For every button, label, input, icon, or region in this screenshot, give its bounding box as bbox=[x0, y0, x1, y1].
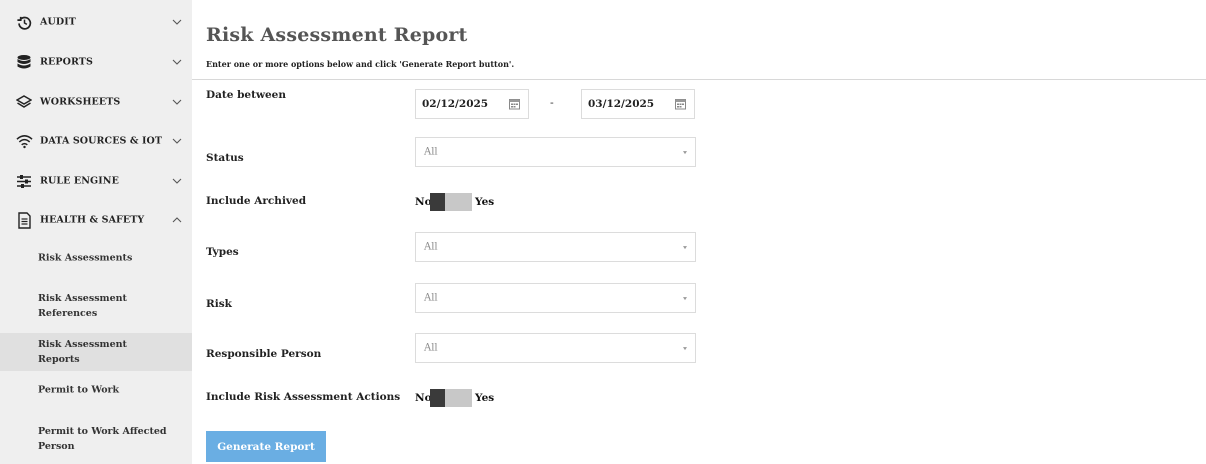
header-divider bbox=[192, 79, 1206, 80]
sidebar-item-label: RULE ENGINE bbox=[40, 175, 119, 187]
date-to-value: 03/12/2025 bbox=[588, 98, 655, 110]
calendar-icon[interactable] bbox=[509, 99, 520, 110]
page-title: Risk Assessment Report bbox=[206, 24, 468, 46]
sidebar-item-health-safety[interactable]: HEALTH & SAFETY bbox=[0, 200, 192, 240]
sidebar-item-label: REPORTS bbox=[40, 56, 93, 68]
date-from-value: 02/12/2025 bbox=[422, 98, 489, 110]
toggle-switch[interactable] bbox=[430, 193, 472, 211]
sidebar-item-worksheets[interactable]: WORKSHEETS bbox=[0, 82, 192, 122]
toggle-switch[interactable] bbox=[430, 389, 472, 407]
sidebar-subitem-label: Risk Assessment References bbox=[38, 293, 127, 319]
sidebar-subitem-risk-assessment-reports[interactable]: Risk Assessment Reports bbox=[0, 333, 192, 371]
toggle-yes-label: Yes bbox=[475, 196, 495, 208]
page-instructions: Enter one or more options below and clic… bbox=[206, 59, 515, 69]
chevron-down-icon bbox=[172, 59, 182, 65]
sidebar-item-data-sources[interactable]: DATA SOURCES & IOT bbox=[0, 121, 192, 161]
date-between-label: Date between bbox=[206, 89, 287, 101]
sidebar-subitem-risk-assessment-references[interactable]: Risk Assessment References bbox=[0, 283, 192, 329]
sidebar-item-rule-engine[interactable]: RULE ENGINE bbox=[0, 161, 192, 201]
sidebar-item-reports[interactable]: REPORTS bbox=[0, 42, 192, 82]
sidebar-item-label: AUDIT bbox=[40, 16, 76, 28]
date-to-input[interactable]: 03/12/2025 bbox=[581, 89, 695, 119]
date-separator: - bbox=[550, 96, 554, 109]
sidebar-subitem-label: Permit to Work Affected Person bbox=[38, 426, 167, 452]
include-actions-label: Include Risk Assessment Actions bbox=[206, 391, 401, 403]
caret-down-icon bbox=[683, 246, 687, 250]
risk-select[interactable]: All bbox=[415, 283, 696, 313]
sidebar-subitem-label: Permit to Work bbox=[38, 384, 120, 396]
risk-label: Risk bbox=[206, 298, 232, 310]
toggle-yes-label: Yes bbox=[475, 392, 495, 404]
types-value: All bbox=[424, 241, 438, 253]
calendar-icon[interactable] bbox=[675, 99, 686, 110]
sidebar-subitem-permit-to-work[interactable]: Permit to Work bbox=[0, 371, 192, 409]
include-actions-toggle[interactable]: No Yes bbox=[415, 389, 525, 407]
sidebar-subitem-permit-affected-person[interactable]: Permit to Work Affected Person bbox=[0, 416, 192, 462]
sidebar-subitem-label: Risk Assessment Reports bbox=[38, 339, 127, 365]
sidebar-item-audit[interactable]: AUDIT bbox=[0, 2, 192, 42]
document-icon bbox=[15, 211, 33, 229]
chevron-down-icon bbox=[172, 138, 182, 144]
sidebar-item-label: DATA SOURCES & IOT bbox=[40, 135, 163, 147]
types-label: Types bbox=[206, 246, 239, 258]
sliders-icon bbox=[15, 172, 33, 190]
chevron-down-icon bbox=[172, 99, 182, 105]
status-value: All bbox=[424, 146, 438, 158]
caret-down-icon bbox=[683, 151, 687, 155]
caret-down-icon bbox=[683, 347, 687, 351]
sidebar-item-label: WORKSHEETS bbox=[40, 96, 121, 108]
layers-icon bbox=[15, 93, 33, 111]
responsible-person-select[interactable]: All bbox=[415, 333, 696, 363]
types-select[interactable]: All bbox=[415, 232, 696, 262]
history-icon bbox=[15, 13, 33, 31]
include-archived-label: Include Archived bbox=[206, 195, 307, 207]
responsible-person-label: Responsible Person bbox=[206, 348, 322, 360]
include-archived-toggle[interactable]: No Yes bbox=[415, 193, 525, 211]
toggle-knob[interactable] bbox=[430, 193, 445, 211]
chevron-up-icon bbox=[172, 217, 182, 223]
responsible-person-value: All bbox=[424, 342, 438, 354]
chevron-down-icon bbox=[172, 178, 182, 184]
date-from-input[interactable]: 02/12/2025 bbox=[415, 89, 529, 119]
caret-down-icon bbox=[683, 297, 687, 301]
generate-report-button[interactable]: Generate Report bbox=[206, 431, 326, 462]
sidebar: AUDIT REPORTS WORKSHEETS DATA SOURCES & … bbox=[0, 0, 192, 464]
sidebar-subitem-risk-assessments[interactable]: Risk Assessments bbox=[0, 239, 192, 277]
sidebar-item-label: HEALTH & SAFETY bbox=[40, 214, 145, 226]
risk-value: All bbox=[424, 292, 438, 304]
toggle-knob[interactable] bbox=[430, 389, 445, 407]
wifi-icon bbox=[15, 132, 33, 150]
database-icon bbox=[15, 53, 33, 71]
sidebar-subitem-label: Risk Assessments bbox=[38, 252, 133, 264]
chevron-down-icon bbox=[172, 19, 182, 25]
status-label: Status bbox=[206, 152, 244, 164]
status-select[interactable]: All bbox=[415, 137, 696, 167]
